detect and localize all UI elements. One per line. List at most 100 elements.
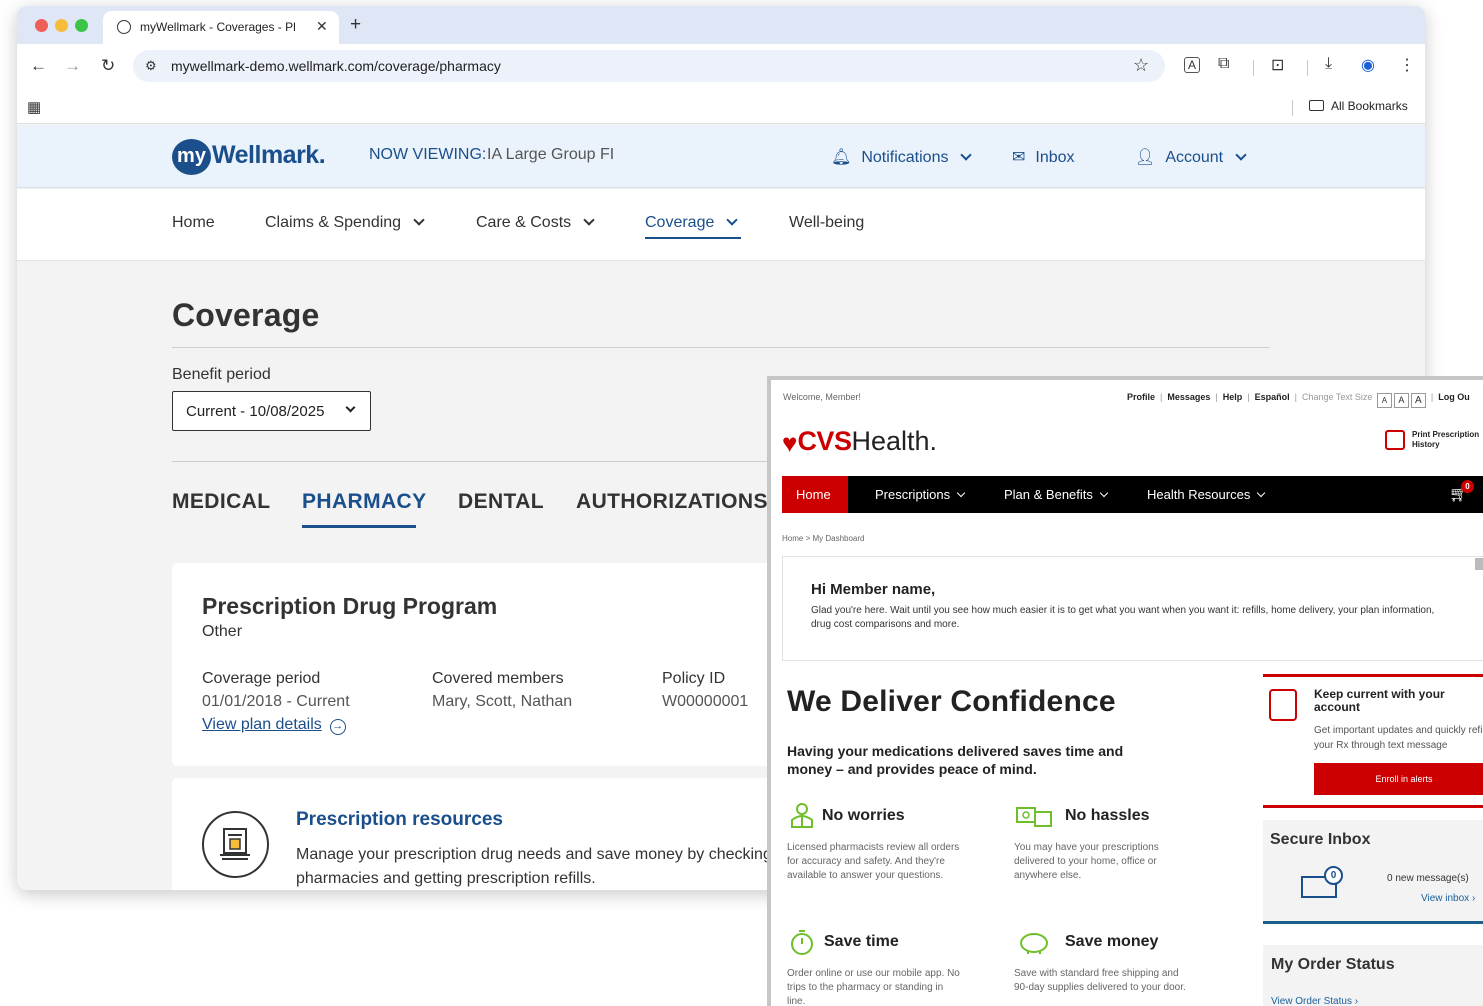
globe-icon bbox=[117, 20, 131, 34]
messages-link[interactable]: Messages bbox=[1167, 392, 1210, 402]
nav-well-being[interactable]: Well-being bbox=[789, 214, 864, 232]
account-menu[interactable]: 👤︎ Account bbox=[1135, 147, 1247, 167]
order-status-panel: My Order Status View Order Status › bbox=[1263, 945, 1483, 1006]
tab-search-icon[interactable]: ⊡ bbox=[1271, 55, 1284, 75]
inbox-count-badge: 0 bbox=[1324, 866, 1343, 885]
health-resources-label: Health Resources bbox=[1147, 487, 1251, 502]
nav-care-costs[interactable]: Care & Costs bbox=[476, 214, 595, 232]
program-title: Prescription Drug Program bbox=[202, 593, 498, 619]
inbox-link[interactable]: ✉ Inbox bbox=[1012, 147, 1075, 167]
print-history-label: Print Prescription History bbox=[1412, 430, 1480, 449]
feature-save-time-title: Save time bbox=[824, 933, 899, 950]
cart-count-badge: 0 bbox=[1461, 480, 1474, 493]
breadcrumb[interactable]: Home > My Dashboard bbox=[782, 534, 864, 543]
profile-link[interactable]: Profile bbox=[1127, 392, 1155, 402]
welcome-text: Welcome, Member! bbox=[783, 392, 861, 402]
extensions-icon[interactable]: ⧉ bbox=[1218, 55, 1229, 73]
greeting-panel: Hi Member name, Glad you're here. Wait u… bbox=[782, 556, 1483, 661]
order-status-title: My Order Status bbox=[1271, 956, 1395, 973]
benefit-period-value: Current - 10/08/2025 bbox=[186, 403, 325, 420]
tab-authorizations[interactable]: AUTHORIZATIONS bbox=[576, 490, 768, 514]
phone-message-icon bbox=[1269, 689, 1297, 721]
bookmark-star-icon[interactable]: ☆ bbox=[1133, 55, 1149, 76]
notifications-menu[interactable]: 🔔︎ Notifications bbox=[831, 147, 973, 167]
active-nav-indicator bbox=[645, 237, 741, 239]
logo-my[interactable]: my bbox=[172, 139, 211, 175]
text-size-large[interactable]: A bbox=[1410, 393, 1426, 408]
prescriptions-label: Prescriptions bbox=[875, 487, 951, 502]
tab-medical[interactable]: MEDICAL bbox=[172, 490, 270, 514]
chevron-down-icon bbox=[583, 214, 595, 226]
cvs-logo[interactable]: ♥CVSHealth. bbox=[782, 426, 937, 459]
cvs-nav-plan-benefits[interactable]: Plan & Benefits bbox=[1004, 487, 1109, 502]
alerts-title: Keep current with your account bbox=[1314, 687, 1445, 714]
greeting-text: Glad you're here. Wait until you see how… bbox=[811, 605, 1435, 630]
bell-icon: 🔔︎ bbox=[831, 149, 852, 166]
logo-health: Health. bbox=[851, 426, 938, 456]
scroll-button[interactable] bbox=[1475, 558, 1483, 570]
heart-icon: ♥ bbox=[782, 428, 798, 458]
covered-members-value: Mary, Scott, Nathan bbox=[432, 693, 573, 710]
apps-grid-icon[interactable]: ▦ bbox=[27, 98, 41, 116]
envelope-icon: ✉ bbox=[1012, 149, 1026, 166]
back-icon[interactable]: ← bbox=[30, 56, 47, 76]
close-window-button[interactable] bbox=[35, 19, 48, 32]
all-bookmarks-button[interactable]: All Bookmarks bbox=[1309, 99, 1408, 113]
secure-inbox-title: Secure Inbox bbox=[1270, 831, 1371, 848]
logo-wellmark[interactable]: Wellmark. bbox=[212, 141, 326, 170]
view-plan-details-link[interactable]: View plan details → bbox=[202, 716, 346, 735]
profile-icon[interactable]: ◉ bbox=[1361, 55, 1375, 75]
cvs-main-nav: Home Prescriptions Plan & Benefits Healt… bbox=[782, 476, 1483, 513]
menu-kebab-icon[interactable]: ⋮ bbox=[1399, 55, 1415, 75]
notifications-label: Notifications bbox=[861, 149, 949, 166]
nav-coverage[interactable]: Coverage bbox=[645, 214, 739, 232]
address-bar[interactable]: ⚙ mywellmark-demo.wellmark.com/coverage/… bbox=[133, 50, 1165, 82]
forward-icon[interactable]: → bbox=[64, 56, 81, 76]
resources-title[interactable]: Prescription resources bbox=[296, 809, 503, 831]
espanol-link[interactable]: Español bbox=[1255, 392, 1290, 402]
text-size-small[interactable]: A bbox=[1376, 393, 1392, 408]
view-inbox-link[interactable]: View inbox › bbox=[1421, 893, 1475, 904]
feature-save-money-title: Save money bbox=[1065, 933, 1159, 950]
reload-icon[interactable]: ↻ bbox=[101, 56, 115, 76]
site-settings-icon[interactable]: ⚙ bbox=[145, 58, 157, 74]
feature-save-time-text: Order online or use our mobile app. No t… bbox=[787, 968, 960, 1006]
benefit-period-select[interactable]: Current - 10/08/2025 bbox=[172, 391, 371, 431]
translate-icon[interactable]: A bbox=[1184, 57, 1201, 73]
help-link[interactable]: Help bbox=[1223, 392, 1243, 402]
cvs-nav-health-resources[interactable]: Health Resources bbox=[1147, 487, 1266, 502]
logout-link[interactable]: Log Ou bbox=[1438, 392, 1470, 402]
maximize-window-button[interactable] bbox=[75, 19, 88, 32]
nav-claims-label: Claims & Spending bbox=[265, 214, 402, 231]
greeting-title: Hi Member name, bbox=[811, 581, 936, 598]
headline: We Deliver Confidence bbox=[787, 685, 1116, 718]
coverage-period-label: Coverage period bbox=[202, 670, 321, 687]
url-text[interactable]: mywellmark-demo.wellmark.com/coverage/ph… bbox=[171, 58, 501, 74]
account-label: Account bbox=[1165, 149, 1224, 166]
close-tab-icon[interactable]: ✕ bbox=[316, 18, 328, 35]
pharmacy-icon bbox=[202, 811, 269, 878]
tab-dental[interactable]: DENTAL bbox=[458, 490, 544, 514]
cart-icon[interactable]: 🛒︎ 0 bbox=[1449, 480, 1474, 503]
secure-inbox-panel: Secure Inbox 0 0 new message(s) View inb… bbox=[1263, 820, 1483, 924]
new-tab-icon[interactable]: + bbox=[350, 14, 361, 36]
cvs-nav-home-label[interactable]: Home bbox=[796, 487, 831, 502]
nav-coverage-label: Coverage bbox=[645, 214, 715, 231]
text-size-medium[interactable]: A bbox=[1393, 393, 1409, 408]
nav-home[interactable]: Home bbox=[172, 214, 215, 232]
view-order-status-link[interactable]: View Order Status › bbox=[1271, 996, 1358, 1006]
chevron-down-icon bbox=[1257, 488, 1266, 498]
cvs-nav-prescriptions[interactable]: Prescriptions bbox=[875, 487, 966, 502]
tab-title: myWellmark - Coverages - Pl bbox=[140, 20, 296, 34]
minimize-window-button[interactable] bbox=[55, 19, 68, 32]
nav-claims-spending[interactable]: Claims & Spending bbox=[265, 214, 425, 232]
chevron-down-icon bbox=[960, 149, 973, 161]
user-icon: 👤︎ bbox=[1135, 149, 1156, 166]
plan-benefits-label: Plan & Benefits bbox=[1004, 487, 1093, 502]
download-icon[interactable]: ⤓ bbox=[1325, 55, 1332, 73]
browser-tab[interactable]: myWellmark - Coverages - Pl ✕ bbox=[103, 11, 339, 44]
feature-no-hassles-title: No hassles bbox=[1065, 807, 1150, 824]
enroll-alerts-button[interactable]: Enroll in alerts bbox=[1314, 763, 1483, 795]
cvs-health-window: Welcome, Member! Profile | Messages | He… bbox=[767, 376, 1483, 1006]
tab-pharmacy[interactable]: PHARMACY bbox=[302, 490, 427, 514]
